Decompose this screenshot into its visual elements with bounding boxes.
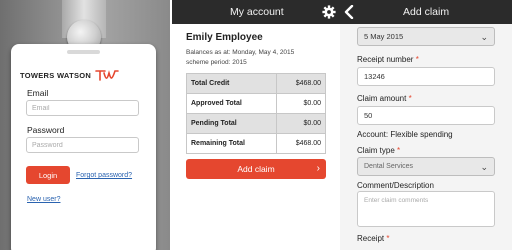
summary-value: $468.00 (275, 73, 327, 94)
claim-type-label-text: Claim type (357, 146, 395, 155)
badge-slot (67, 50, 100, 54)
password-input[interactable] (26, 137, 139, 153)
receipt-label-text: Receipt (357, 234, 385, 243)
claim-type-label: Claim type * (357, 146, 400, 155)
chevron-down-icon: ⌄ (480, 162, 488, 172)
summary-value: $0.00 (275, 93, 327, 114)
tw-logo-icon (95, 70, 119, 81)
claim-date-select[interactable]: 5 May 2015 ⌄ (357, 27, 495, 46)
add-claim-label: Add claim (237, 164, 275, 174)
claim-panel: Add claim 5 May 2015 ⌄ Receipt number * … (340, 0, 512, 250)
required-marker: * (386, 234, 390, 243)
claim-type-select[interactable]: Dental Services ⌄ (357, 157, 495, 176)
summary-value: $468.00 (275, 133, 327, 154)
claim-amount-input[interactable]: 50 (357, 106, 495, 125)
brand-name: TOWERS WATSON (20, 70, 92, 80)
gear-icon[interactable] (322, 5, 336, 19)
account-panel: My account Emily Employee Balances as at… (172, 0, 340, 250)
receipt-number-value: 13246 (364, 72, 385, 81)
table-row: Total Credit $468.00 (186, 73, 327, 94)
employee-name: Emily Employee (186, 32, 263, 43)
balances-date: Balances as at: Monday, May 4, 2015 (186, 49, 295, 56)
balance-summary-table: Total Credit $468.00 Approved Total $0.0… (186, 73, 327, 154)
required-marker: * (415, 55, 419, 64)
claim-header: Add claim (340, 0, 512, 24)
account-type-text: Account: Flexible spending (357, 130, 453, 139)
account-title: My account (230, 6, 284, 18)
receipt-number-label-text: Receipt number (357, 55, 414, 64)
scheme-period: scheme period: 2015 (186, 59, 247, 66)
receipt-number-label: Receipt number * (357, 55, 419, 64)
required-marker: * (397, 146, 401, 155)
required-marker: * (408, 94, 412, 103)
receipt-label: Receipt * (357, 234, 389, 243)
new-user-link[interactable]: New user? (27, 196, 60, 203)
summary-label: Total Credit (186, 73, 277, 94)
summary-label: Remaining Total (186, 133, 277, 154)
chevron-left-icon[interactable] (344, 5, 354, 19)
claim-type-value: Dental Services (364, 163, 414, 170)
table-row: Approved Total $0.00 (186, 93, 327, 114)
receipt-number-input[interactable]: 13246 (357, 67, 495, 86)
summary-label: Pending Total (186, 113, 277, 134)
chevron-down-icon: ⌄ (480, 32, 488, 42)
email-label: Email (27, 88, 49, 98)
comment-textarea[interactable]: Enter claim comments (357, 191, 495, 227)
login-panel: TOWERS WATSON Email Password Login Forgo… (0, 0, 170, 250)
claim-amount-label-text: Claim amount (357, 94, 407, 103)
account-header: My account (172, 0, 340, 24)
comment-label: Comment/Description (357, 181, 434, 190)
brand-logo: TOWERS WATSON (20, 68, 119, 82)
table-row: Remaining Total $468.00 (186, 133, 327, 154)
claim-amount-value: 50 (364, 111, 373, 120)
login-button[interactable]: Login (26, 166, 70, 184)
email-input[interactable] (26, 100, 139, 116)
claim-date-value: 5 May 2015 (364, 32, 404, 41)
claim-amount-label: Claim amount * (357, 94, 412, 103)
chevron-right-icon: › (316, 163, 320, 174)
comment-placeholder: Enter claim comments (364, 197, 429, 204)
password-label: Password (27, 125, 65, 135)
claim-title: Add claim (403, 6, 450, 18)
summary-value: $0.00 (275, 113, 327, 134)
add-claim-button[interactable]: Add claim › (186, 159, 326, 179)
summary-label: Approved Total (186, 93, 277, 114)
table-row: Pending Total $0.00 (186, 113, 327, 134)
forgot-password-link[interactable]: Forgot password? (76, 172, 132, 179)
